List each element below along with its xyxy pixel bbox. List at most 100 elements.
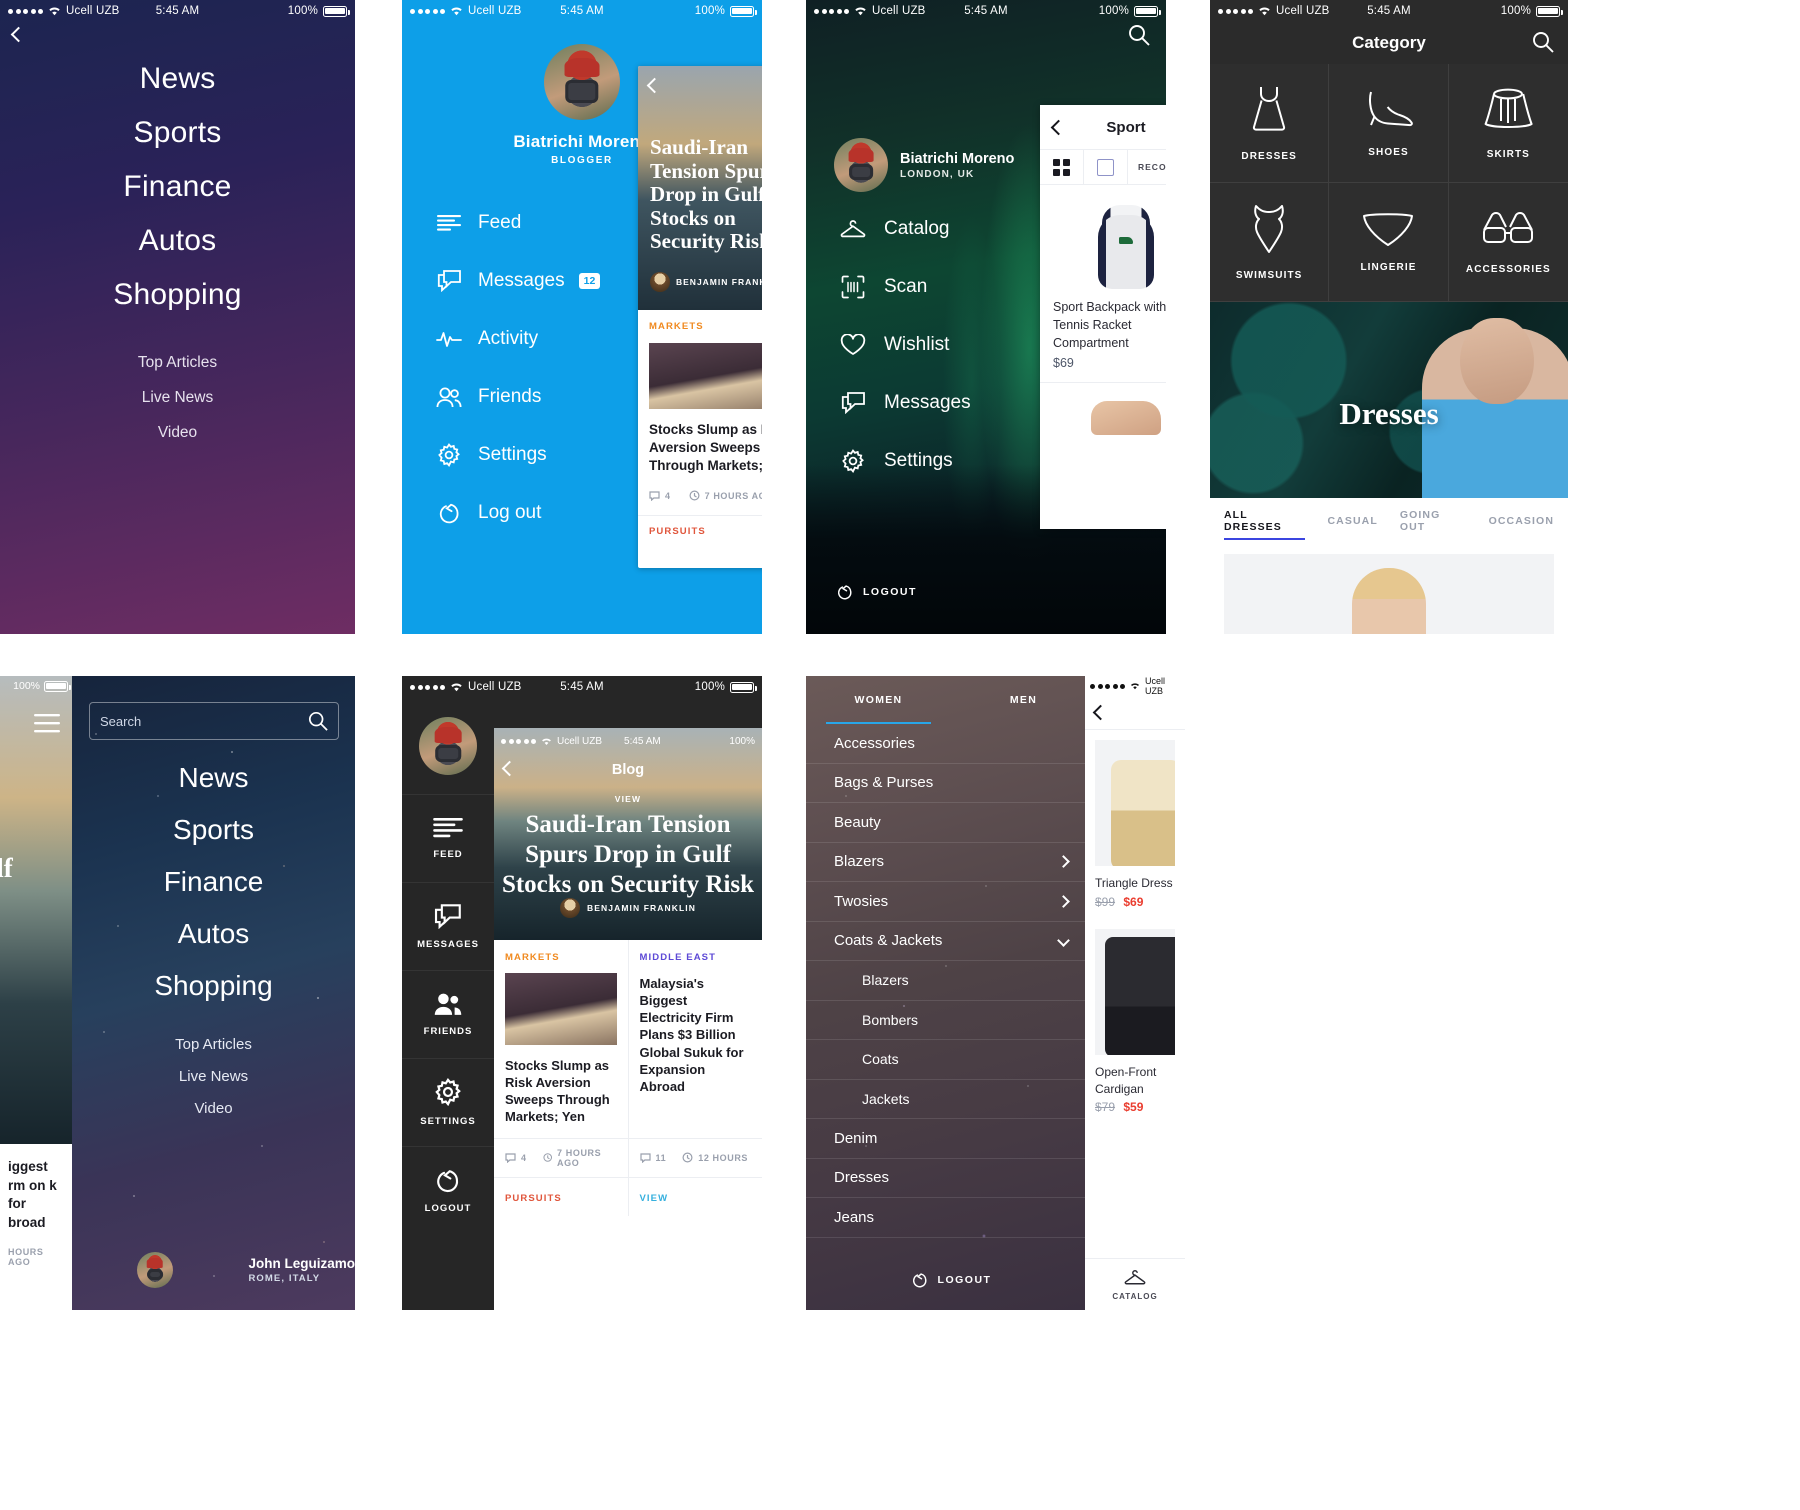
menu-item-top-articles[interactable]: Top Articles <box>72 1036 355 1053</box>
tab-men[interactable]: MEN <box>951 676 1096 724</box>
menu-item-live-news[interactable]: Live News <box>0 389 355 407</box>
sort-label[interactable]: RECOMM <box>1128 162 1166 172</box>
bottom-tab-catalog[interactable]: CATALOG <box>1085 1258 1185 1310</box>
category-subrow-blazers[interactable]: Blazers <box>806 961 1096 1001</box>
hamburger-button[interactable] <box>34 714 60 733</box>
category-cell-shoes[interactable]: SHOES <box>1329 64 1449 183</box>
avatar-wrapper[interactable] <box>402 698 494 794</box>
back-button[interactable] <box>646 77 663 96</box>
kicker-markets: MARKETS <box>649 321 704 332</box>
tab-women[interactable]: WOMEN <box>806 676 951 724</box>
category-subrow-coats[interactable]: Coats <box>806 1040 1096 1080</box>
product-card[interactable]: Sport RECOMM Sport Backpack with Tennis … <box>1040 105 1166 529</box>
category-cell-accessories[interactable]: ACCESSORIES <box>1448 183 1568 302</box>
category-cell-swimsuits[interactable]: SWIMSUITS <box>1210 183 1330 302</box>
article-column-left[interactable]: MARKETS Stocks Slump as Risk Aversion Sw… <box>494 940 629 1138</box>
category-row-dresses[interactable]: Dresses <box>806 1159 1096 1198</box>
category-row-jeans[interactable]: Jeans <box>806 1198 1096 1238</box>
hanger-icon <box>836 219 870 239</box>
profile-header[interactable]: Biatrichi Moreno LONDON, UK <box>834 138 1014 192</box>
sidebar-item-wishlist[interactable]: Wishlist <box>836 316 971 374</box>
wifi-icon <box>1258 6 1271 16</box>
search-icon[interactable] <box>308 711 328 731</box>
hamburger-icon <box>34 714 60 733</box>
back-button[interactable] <box>10 26 39 53</box>
menu-item-finance[interactable]: Finance <box>72 866 355 898</box>
menu-item-finance[interactable]: Finance <box>0 170 355 204</box>
search-button[interactable] <box>1128 24 1150 46</box>
menu-item-sports[interactable]: Sports <box>0 116 355 150</box>
category-cell-lingerie[interactable]: LINGERIE <box>1329 183 1449 302</box>
article-card[interactable]: Saudi-Iran Tension Spurs Drop in Gulf St… <box>638 66 762 568</box>
logout-button[interactable]: LOGOUT <box>806 1272 1096 1288</box>
avatar[interactable] <box>834 138 888 192</box>
category-row-accessories[interactable]: Accessories <box>806 724 1096 764</box>
activity-icon <box>432 330 466 348</box>
product-tile[interactable] <box>1224 554 1554 634</box>
tab-occasion[interactable]: OCCASION <box>1489 498 1554 544</box>
menu-item-shopping[interactable]: Shopping <box>0 278 355 312</box>
category-row-beauty[interactable]: Beauty <box>806 803 1096 843</box>
menu-item-live-news[interactable]: Live News <box>72 1068 355 1085</box>
avatar[interactable] <box>136 1252 173 1288</box>
category-grid: DRESSES SHOES SKIRTS SWIMSUITS LINGERIE … <box>1210 64 1568 302</box>
menu-item-shopping[interactable]: Shopping <box>72 970 355 1002</box>
tab-casual[interactable]: CASUAL <box>1327 498 1377 544</box>
category-cell-dresses[interactable]: DRESSES <box>1210 64 1330 183</box>
category-row-coats-jackets[interactable]: Coats & Jackets <box>806 922 1096 961</box>
product-tile[interactable]: Triangle Dress $99 $69 <box>1085 730 1185 919</box>
menu-item-autos[interactable]: Autos <box>0 224 355 258</box>
tab-going-out[interactable]: GOING OUT <box>1400 498 1467 544</box>
dresses-hero-banner[interactable]: Dresses <box>1210 302 1568 498</box>
blog-navbar: Blog <box>494 754 762 786</box>
status-bar: Ucell UZB 5:45 AM 100% <box>0 0 355 22</box>
menu-item-news[interactable]: News <box>72 762 355 794</box>
kicker-cell-right[interactable]: VIEW <box>629 1178 763 1216</box>
category-row-blazers[interactable]: Blazers <box>806 843 1096 882</box>
search-button[interactable] <box>1532 31 1554 53</box>
category-subrow-bombers[interactable]: Bombers <box>806 1001 1096 1040</box>
user-footer[interactable]: John Leguizamo ROME, ITALY <box>72 1252 355 1288</box>
sidebar-item-settings[interactable]: Settings <box>836 432 971 490</box>
search-input[interactable] <box>100 713 308 729</box>
menu-item-news[interactable]: News <box>0 62 355 96</box>
sidebar-item-messages[interactable]: Messages <box>836 374 971 432</box>
menu-item-video[interactable]: Video <box>72 1100 355 1117</box>
category-label: SHOES <box>1368 146 1409 158</box>
carrier-label: Ucell UZB <box>1276 5 1330 17</box>
menu-item-video[interactable]: Video <box>0 424 355 442</box>
menu-item-autos[interactable]: Autos <box>72 918 355 950</box>
product-tile[interactable]: Open-Front Cardigan $79 $59 <box>1085 919 1185 1125</box>
blog-hero[interactable]: Ucell UZB 5:45 AM 100% Blog VIEW Saudi-I… <box>494 728 762 940</box>
next-product-preview[interactable] <box>1040 382 1166 452</box>
grid-view-button[interactable] <box>1040 150 1084 184</box>
tab-all-dresses[interactable]: ALL DRESSES <box>1224 498 1306 544</box>
menu-item-top-articles[interactable]: Top Articles <box>0 354 355 372</box>
sidebar-item-scan[interactable]: Scan <box>836 258 971 316</box>
article-column-right[interactable]: MIDDLE EAST Malaysia's Biggest Electrici… <box>629 940 763 1138</box>
sidebar-item-label: Settings <box>478 444 547 465</box>
rail-item-settings[interactable]: SETTINGS <box>402 1058 494 1146</box>
category-row-bags-purses[interactable]: Bags & Purses <box>806 764 1096 803</box>
avatar[interactable] <box>419 717 477 775</box>
search-field-wrapper[interactable] <box>89 702 339 740</box>
category-row-twosies[interactable]: Twosies <box>806 882 1096 922</box>
category-cell-skirts[interactable]: SKIRTS <box>1448 64 1568 183</box>
menu-item-sports[interactable]: Sports <box>72 814 355 846</box>
rail-item-friends[interactable]: FRIENDS <box>402 970 494 1058</box>
rail-item-messages[interactable]: MESSAGES <box>402 882 494 970</box>
sidebar-item-catalog[interactable]: Catalog <box>836 200 971 258</box>
battery-area: 100% <box>695 5 757 17</box>
rail-item-logout[interactable]: LOGOUT <box>402 1146 494 1234</box>
category-row-denim[interactable]: Denim <box>806 1119 1096 1159</box>
battery-area: 100% <box>695 681 757 693</box>
rail-item-feed[interactable]: FEED <box>402 794 494 882</box>
list-view-button[interactable] <box>1084 150 1128 184</box>
article-hero[interactable]: Saudi-Iran Tension Spurs Drop in Gulf St… <box>638 66 762 310</box>
category-subrow-jackets[interactable]: Jackets <box>806 1080 1096 1119</box>
kicker-cell-left[interactable]: PURSUITS <box>494 1177 629 1216</box>
battery-percent: 100% <box>729 735 755 747</box>
kicker-middle-east: MIDDLE EAST <box>639 952 716 963</box>
avatar[interactable] <box>544 44 620 120</box>
logout-button[interactable]: LOGOUT <box>836 584 917 600</box>
